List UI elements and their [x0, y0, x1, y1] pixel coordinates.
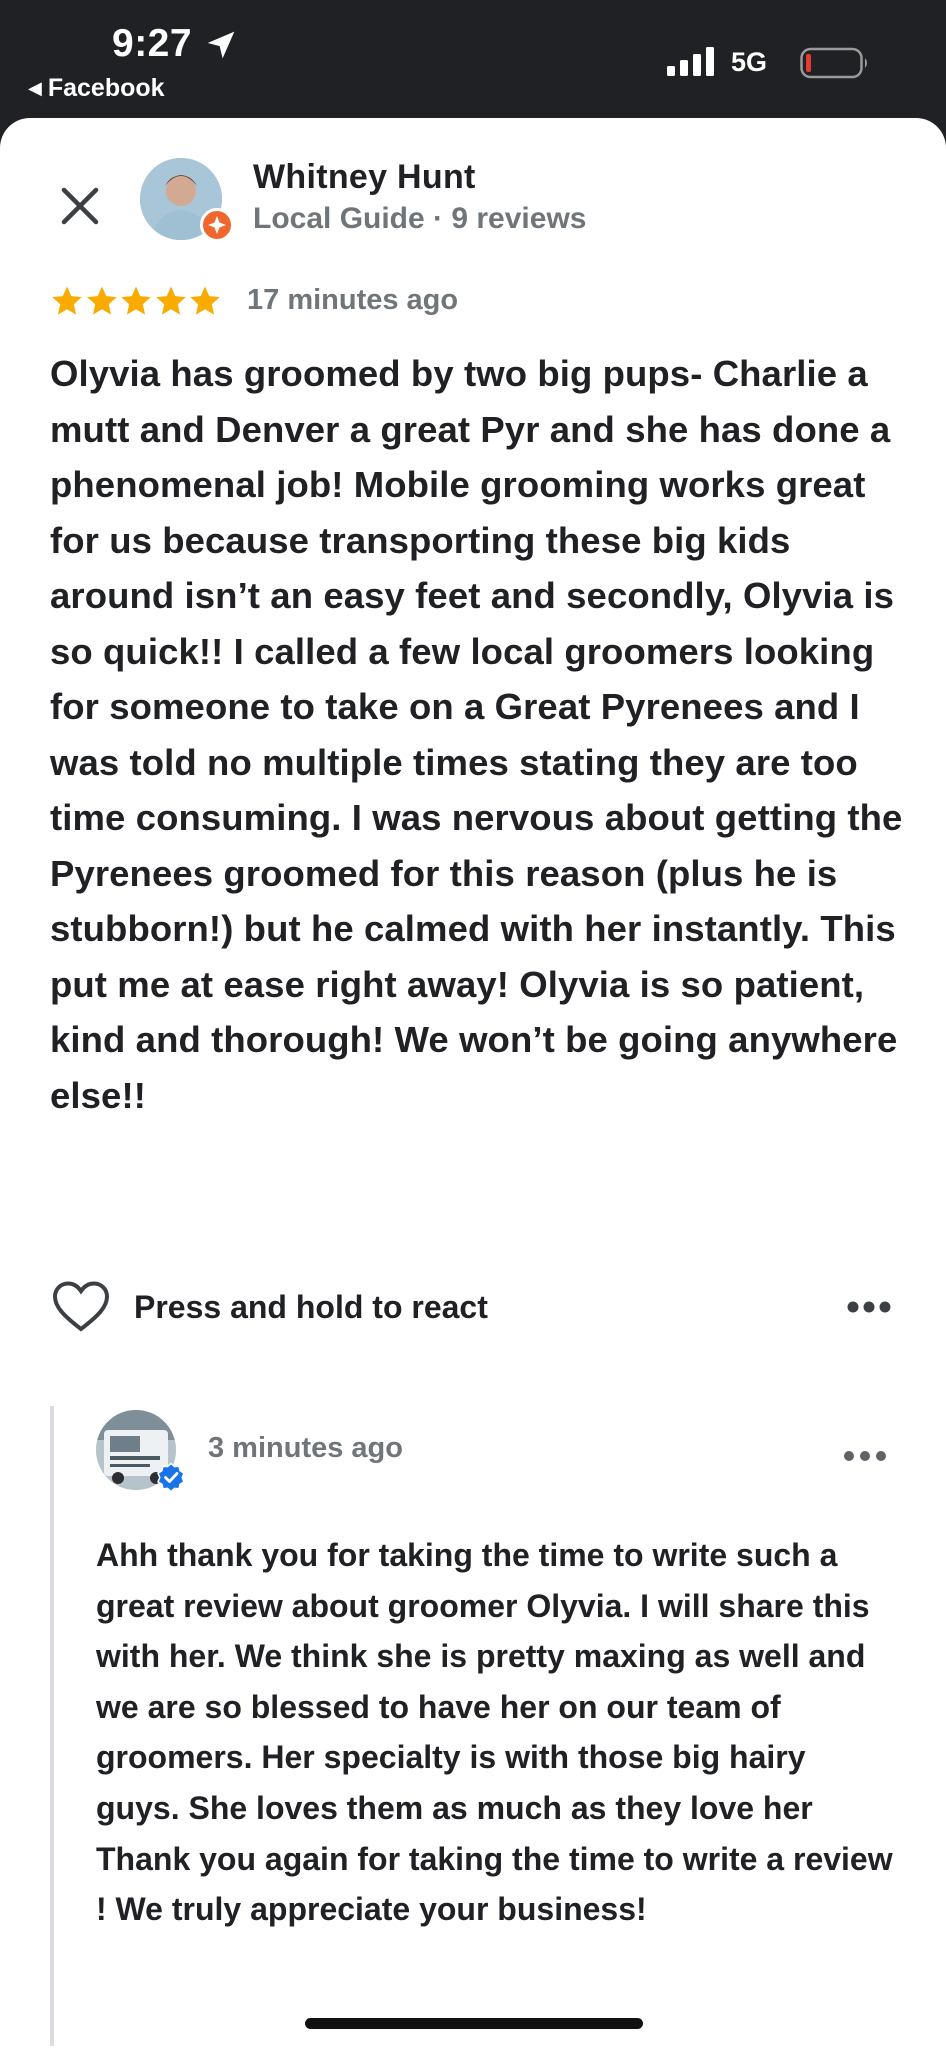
home-indicator[interactable] [305, 2018, 643, 2029]
react-label[interactable]: Press and hold to react [134, 1289, 488, 1326]
star-icon [155, 286, 186, 315]
review-text: Olyvia has groomed by two big pups- Char… [50, 353, 903, 1116]
star-rating [50, 284, 223, 320]
verified-badge-icon [157, 1462, 185, 1492]
close-icon[interactable] [52, 178, 108, 234]
star-icon [121, 286, 151, 315]
review-time: 17 minutes ago [247, 284, 459, 316]
status-bar: 9:27 ◀ Facebook 5G [0, 0, 946, 120]
reviewer-meta: Local Guide · 9 reviews [253, 202, 587, 235]
star-icon [86, 286, 117, 315]
local-guide-badge-icon [200, 208, 234, 242]
network-type: 5G [731, 47, 768, 77]
star-icon [190, 286, 220, 315]
battery-icon [800, 47, 867, 79]
status-time: 9:27 [112, 22, 193, 65]
reply-time: 3 minutes ago [208, 1432, 403, 1464]
cellular-signal-icon [667, 47, 714, 76]
back-app-label: Facebook [47, 74, 165, 102]
back-to-app-button[interactable]: ◀ Facebook [28, 74, 165, 103]
owner-reply-text: Ahh thank you for taking the time to wri… [96, 1537, 893, 1928]
reply-more-options-icon[interactable] [842, 1448, 888, 1464]
back-caret-icon: ◀ [28, 78, 42, 98]
reply-divider [50, 1406, 54, 2046]
star-icon [52, 286, 82, 315]
more-options-icon[interactable] [845, 1298, 893, 1316]
reviewer-name[interactable]: Whitney Hunt [253, 158, 476, 197]
react-row[interactable]: Press and hold to react [52, 1280, 902, 1340]
location-arrow-icon [207, 31, 235, 59]
heart-icon[interactable] [52, 1280, 110, 1334]
review-detail-sheet: Whitney Hunt Local Guide · 9 reviews 17 … [0, 118, 946, 2048]
